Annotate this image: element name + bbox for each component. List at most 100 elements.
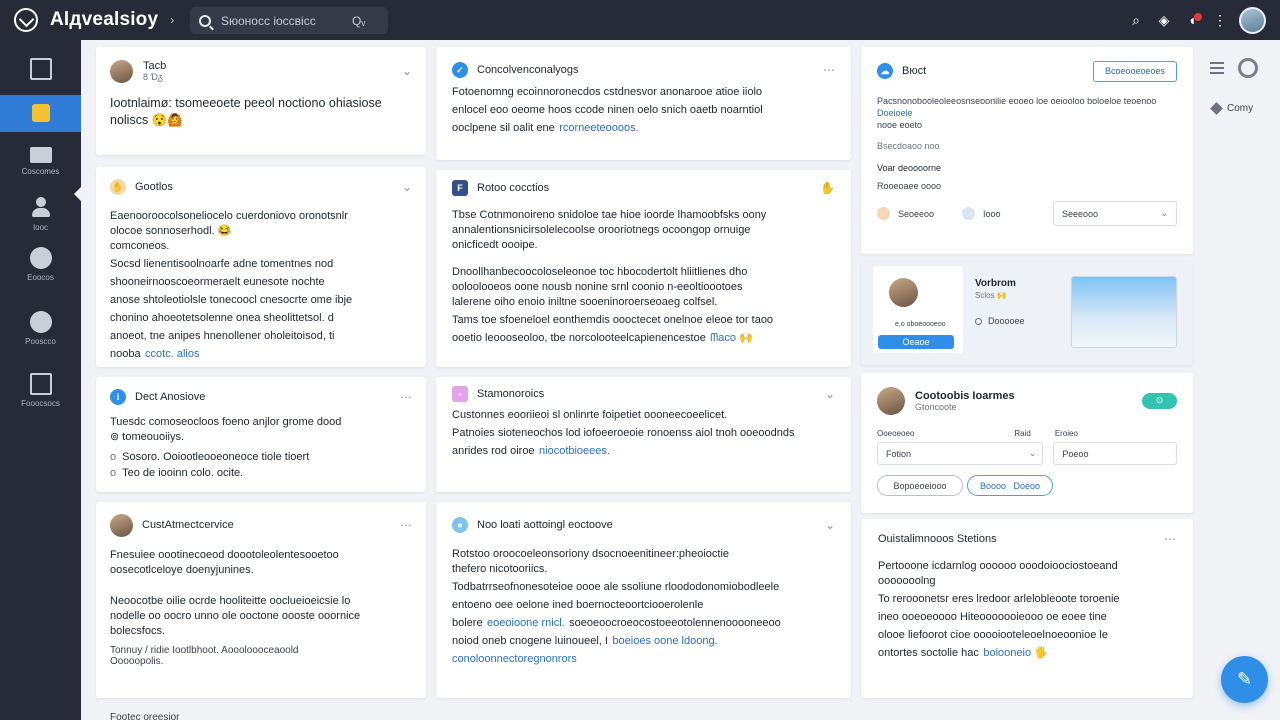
- brand-caret-icon[interactable]: ›: [170, 13, 174, 27]
- post-link[interactable]: eoeoioone rnicl.: [487, 617, 565, 629]
- panel-header: Cootoobis Ioarmes Gtoncoote ⊙: [877, 386, 1177, 415]
- select-dropdown[interactable]: Seeeooo ⌄: [1053, 201, 1177, 226]
- sidebar-item-label: Iooc: [32, 223, 49, 232]
- avatar[interactable]: [110, 59, 133, 83]
- select-field[interactable]: Fotion ⌄: [877, 442, 1044, 465]
- more-icon[interactable]: ⋮: [1211, 12, 1229, 29]
- card-header: Tacb 8 Ɗᵹ ⌄: [110, 59, 412, 83]
- rail-toolbar: [1210, 58, 1258, 78]
- user-avatar[interactable]: [1239, 6, 1266, 34]
- post-text: Iootnlaimø: tsomeeoete peeol noctiono oh…: [110, 96, 382, 127]
- post-card[interactable]: ✓ Concolvenconalyogs ⋯ Fotoenomng ecoinn…: [436, 47, 851, 160]
- more-icon[interactable]: ⋯: [1164, 532, 1176, 546]
- tag-list: o Sosoro. Ooiootleooeoneoce tiole tioert …: [110, 449, 412, 481]
- globe-icon: [29, 247, 52, 269]
- author-name: Concolvenconalyogs: [477, 64, 579, 76]
- search-icon: [199, 14, 211, 27]
- post-link[interactable]: conoloonnectoregnonrors: [452, 653, 577, 665]
- post-link[interactable]: boeioes oone ldoong.: [612, 635, 717, 647]
- post-link[interactable]: ccotc. alios: [145, 348, 199, 360]
- copy-label: Comy: [1227, 103, 1254, 114]
- search-bar[interactable]: Qᵥ: [190, 7, 388, 34]
- sidebar-item-dashboard[interactable]: [0, 95, 81, 132]
- author-name: Gootlos: [135, 181, 173, 193]
- pill-label: Boooo: [979, 480, 1006, 491]
- copy-action[interactable]: Comy: [1210, 102, 1254, 115]
- post-link[interactable]: niocotbioeees.: [539, 445, 610, 457]
- avatar[interactable]: [110, 513, 133, 537]
- detail-panel: ☁ Bюct Bcoeooeoeoes Pacsnonobooleoleeosn…: [861, 47, 1193, 254]
- panel-meta: Bsecdoaoo noo: [877, 141, 940, 151]
- profile-text: e,o oboeoooeoo: [895, 321, 946, 328]
- chevron-down-icon[interactable]: ⌄: [825, 387, 835, 401]
- profile-sub: Sclos 🙌: [975, 291, 1007, 300]
- search-input[interactable]: [221, 13, 346, 28]
- brand-logo[interactable]: Alдvealsioy ›: [14, 8, 174, 32]
- field-label: Eroieo: [1054, 429, 1078, 438]
- top-bar: Alдvealsioy › Qᵥ ⌕ ◈ ◖ ⋮: [0, 0, 1280, 40]
- shield-icon[interactable]: ◈: [1155, 12, 1173, 29]
- post-card[interactable]: ▫ Stamonoroics ⌄ Custonnes eooriieoi sl …: [436, 377, 851, 492]
- search-filter-icon[interactable]: Qᵥ: [352, 14, 365, 28]
- notification-dot: [1194, 13, 1202, 21]
- profile-tag: Dooooee: [975, 316, 1025, 326]
- panel-link[interactable]: boiooneio 🖐: [983, 647, 1047, 659]
- settings-icon[interactable]: [1238, 58, 1258, 78]
- card-header: F Rotoo cocctios ✋: [452, 176, 835, 200]
- sidebar-item-globe[interactable]: Eoocos: [0, 247, 81, 283]
- post-card[interactable]: Tacb 8 Ɗᵹ ⌄ Iootnlaimø: tsomeeoete peeol…: [96, 47, 426, 155]
- post-card[interactable]: CustAtmectcervice ⋯ Fnesuiee oootinecoeo…: [96, 502, 426, 698]
- chevron-down-icon[interactable]: ⌄: [825, 518, 835, 532]
- text-field[interactable]: Poeoo: [1053, 442, 1177, 465]
- post-text: Tbse Cotnmonoireno snidoloe tae hioe ioo…: [452, 209, 767, 251]
- panel-action-button[interactable]: Bcoeooeoeoes: [1093, 60, 1177, 82]
- footer-text: Footec oreesior: [110, 712, 180, 720]
- more-icon[interactable]: ⋯: [400, 390, 412, 404]
- chevron-down-icon[interactable]: ⌄: [402, 180, 412, 194]
- panel-description: Pacsnonobooleoleeosnseoonilie eooeo loe …: [877, 95, 1177, 131]
- hand-icon[interactable]: ✋: [820, 181, 835, 195]
- chat-icon: ▫: [452, 386, 468, 402]
- sidebar-item-user[interactable]: Iooc: [0, 197, 81, 233]
- sidebar-item-customers[interactable]: Coscomes: [0, 144, 81, 180]
- post-card[interactable]: ● Noo loati aottoingl eoctoove ⌄ Rotstoo…: [436, 502, 851, 698]
- pencil-icon: ✎: [1236, 669, 1253, 689]
- post-card[interactable]: ✋ Gootlos ⌄ Eaenooroocolsoneliocelo cuer…: [96, 167, 426, 367]
- filter-pill[interactable]: Bopoeoeiooo: [877, 475, 963, 496]
- sidebar-item-archive[interactable]: Fooocsocs: [0, 373, 81, 409]
- sidebar-item-label: Fooocsocs: [21, 399, 60, 408]
- tag-icon: [975, 317, 982, 325]
- sidebar-item-tag[interactable]: Pooscco: [0, 311, 81, 347]
- compose-button[interactable]: ✎: [1221, 656, 1268, 703]
- brand-name: Alдvealsioy: [50, 9, 159, 30]
- profile-button[interactable]: Oeaoe: [878, 335, 954, 349]
- profile-card[interactable]: e,o oboeoooeoo Oeaoe: [873, 266, 963, 353]
- search-icon[interactable]: ⌕: [1127, 12, 1145, 29]
- post-text: Patnoies sioteneochos lod iofoeeroeoie r…: [452, 427, 795, 457]
- description-text: Pacsnonobooleoleeosnseoonilie eooeo loe …: [877, 96, 1157, 106]
- preview-thumbnail[interactable]: [1071, 276, 1177, 348]
- profile-panel: e,o oboeoooeoo Oeaoe Vorbrom Sclos 🙌 Doo…: [861, 262, 1193, 365]
- status-badge[interactable]: ⊙: [1142, 392, 1177, 409]
- radio-option-icon[interactable]: [962, 207, 976, 220]
- post-text: Tuesdc comoseocloos foeno anjlor grome d…: [110, 416, 342, 443]
- contact-name: Cootoobis Ioarmes: [915, 389, 1015, 402]
- radio-option-icon[interactable]: [877, 207, 890, 220]
- post-link[interactable]: rcorneeteoooos.: [559, 122, 639, 134]
- logo-icon: [14, 8, 38, 32]
- menu-icon[interactable]: [1210, 62, 1224, 74]
- description-link[interactable]: Doeioeie: [877, 108, 913, 118]
- post-link[interactable]: ᗰaco 🙌: [710, 332, 752, 344]
- chevron-down-icon[interactable]: ⌄: [402, 64, 412, 78]
- avatar[interactable]: [877, 386, 905, 415]
- filter-pill[interactable]: Boooo Doeoo: [967, 475, 1053, 496]
- notification-icon[interactable]: ◖: [1183, 12, 1202, 28]
- field-value: Poeoo: [1062, 448, 1089, 459]
- card-header: ▫ Stamonoroics ⌄: [452, 382, 835, 406]
- contact-sub: Gtoncoote: [915, 401, 957, 412]
- more-icon[interactable]: ⋯: [823, 63, 835, 77]
- sidebar-item-inbox[interactable]: [0, 58, 81, 88]
- post-card[interactable]: i Dect Anosiove ⋯ Tuesdc comoseocloos fo…: [96, 377, 426, 492]
- post-card[interactable]: F Rotoo cocctios ✋ Tbse Cotnmonoireno sn…: [436, 170, 851, 367]
- more-icon[interactable]: ⋯: [400, 518, 412, 532]
